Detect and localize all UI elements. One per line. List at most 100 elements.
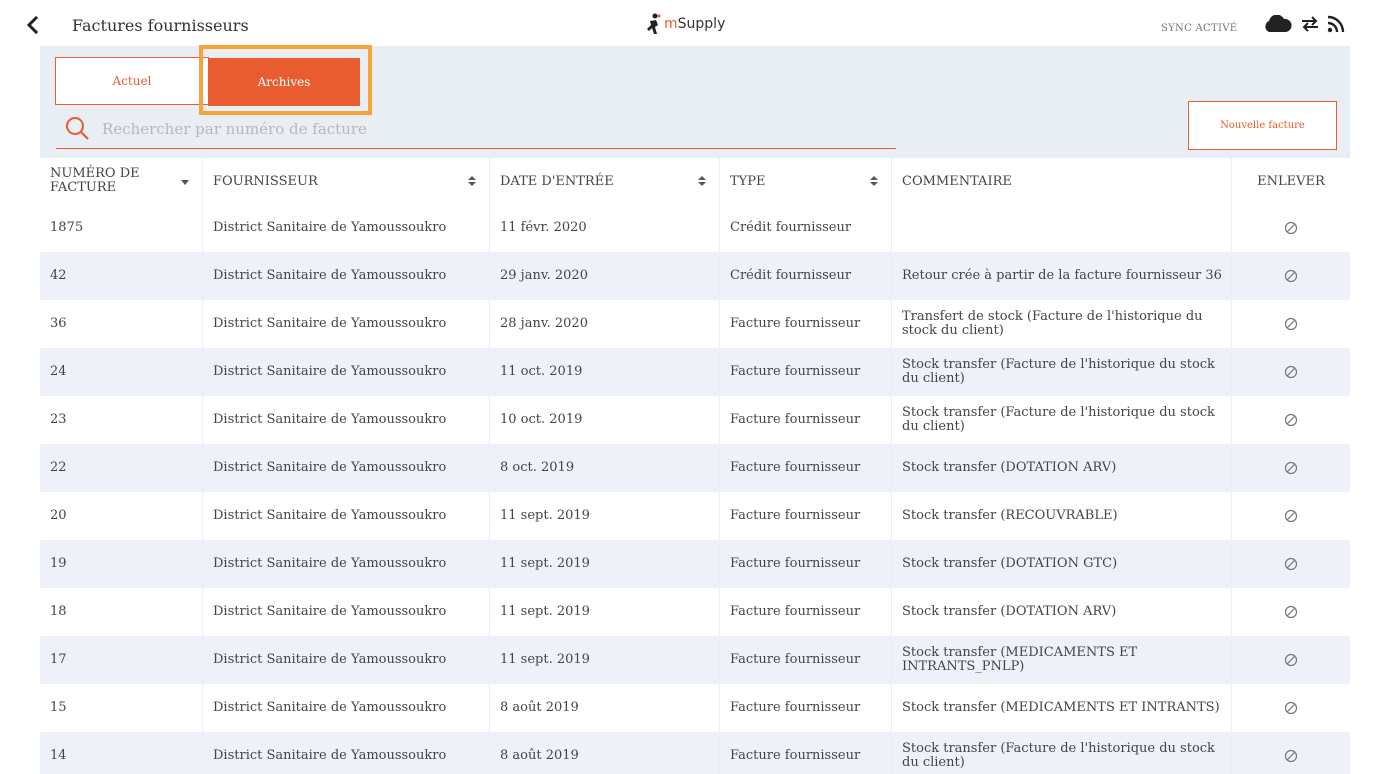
remove-disabled-icon[interactable] [1284,413,1298,427]
cell-invoice-number: 24 [40,348,203,396]
remove-disabled-icon[interactable] [1284,701,1298,715]
cell-type: Facture fournisseur [720,348,892,396]
cell-remove[interactable] [1232,636,1350,684]
cell-remove[interactable] [1232,444,1350,492]
cell-invoice-number: 22 [40,444,203,492]
cell-comment: Stock transfer (Facture de l'historique … [892,348,1232,396]
cell-invoice-number: 15 [40,684,203,732]
cell-remove[interactable] [1232,300,1350,348]
cell-type: Facture fournisseur [720,636,892,684]
column-header-entry-date[interactable]: DATE D'ENTRÉE [490,158,720,204]
cell-entry-date: 8 août 2019 [490,732,720,774]
page-title: Factures fournisseurs [72,16,249,35]
app-header: Factures fournisseurs mSupply SYNC ACTIV… [0,0,1373,46]
column-header-remove: ENLEVER [1257,173,1325,189]
table-row[interactable]: 23 District Sanitaire de Yamoussoukro 10 o… [40,396,1350,444]
cell-entry-date: 8 oct. 2019 [490,444,720,492]
cell-entry-date: 11 oct. 2019 [490,348,720,396]
cell-comment: Stock transfer (DOTATION GTC) [892,540,1232,588]
cell-type: Facture fournisseur [720,540,892,588]
table-row[interactable]: 14 District Sanitaire de Yamoussoukro 8 ao… [40,732,1350,774]
cell-invoice-number: 36 [40,300,203,348]
cell-comment: Stock transfer (MEDICAMENTS ET INTRANTS_… [892,636,1232,684]
cell-remove[interactable] [1232,348,1350,396]
cell-remove[interactable] [1232,732,1350,774]
table-row[interactable]: 42 District Sanitaire de Yamoussoukro 29 j… [40,252,1350,300]
cell-entry-date: 10 oct. 2019 [490,396,720,444]
cell-invoice-number: 1875 [40,204,203,252]
table-body: 1875 District Sanitaire de Yamoussoukro 11… [40,204,1350,774]
cell-supplier: District Sanitaire de Yamoussoukro [203,252,490,300]
new-invoice-button[interactable]: Nouvelle facture [1188,101,1337,150]
cell-entry-date: 11 sept. 2019 [490,636,720,684]
cell-remove[interactable] [1232,684,1350,732]
cell-remove[interactable] [1232,588,1350,636]
remove-disabled-icon[interactable] [1284,509,1298,523]
table-row[interactable]: 20 District Sanitaire de Yamoussoukro 11 s… [40,492,1350,540]
cell-supplier: District Sanitaire de Yamoussoukro [203,588,490,636]
remove-disabled-icon[interactable] [1284,221,1298,235]
table-header: NUMÉRO DE FACTURE FOURNISSEUR DATE D'ENT… [40,158,1350,204]
cell-remove[interactable] [1232,492,1350,540]
tab-archive[interactable]: Archives [208,58,360,106]
cell-invoice-number: 17 [40,636,203,684]
cell-comment: Retour crée à partir de la facture fourn… [892,252,1232,300]
cell-comment: Stock transfer (DOTATION ARV) [892,444,1232,492]
remove-disabled-icon[interactable] [1284,365,1298,379]
remove-disabled-icon[interactable] [1284,605,1298,619]
remove-disabled-icon[interactable] [1284,749,1298,763]
cell-remove[interactable] [1232,396,1350,444]
cell-invoice-number: 18 [40,588,203,636]
cell-remove[interactable] [1232,252,1350,300]
table-row[interactable]: 18 District Sanitaire de Yamoussoukro 11 s… [40,588,1350,636]
cell-comment: Stock transfer (RECOUVRABLE) [892,492,1232,540]
cell-comment: Stock transfer (Facture de l'historique … [892,732,1232,774]
cell-supplier: District Sanitaire de Yamoussoukro [203,348,490,396]
table-row[interactable]: 24 District Sanitaire de Yamoussoukro 11 o… [40,348,1350,396]
remove-disabled-icon[interactable] [1284,557,1298,571]
cell-supplier: District Sanitaire de Yamoussoukro [203,732,490,774]
invoice-table: NUMÉRO DE FACTURE FOURNISSEUR DATE D'ENT… [40,158,1350,774]
sort-icon [698,176,706,186]
back-button[interactable] [22,14,44,36]
cell-supplier: District Sanitaire de Yamoussoukro [203,396,490,444]
cell-invoice-number: 42 [40,252,203,300]
rss-feed-icon[interactable] [1326,14,1346,34]
table-row[interactable]: 15 District Sanitaire de Yamoussoukro 8 ao… [40,684,1350,732]
cloud-icon[interactable] [1262,15,1292,33]
cell-entry-date: 11 sept. 2019 [490,540,720,588]
search-input[interactable] [102,112,894,146]
table-row[interactable]: 22 District Sanitaire de Yamoussoukro 8 oc… [40,444,1350,492]
cell-remove[interactable] [1232,204,1350,252]
cell-remove[interactable] [1232,540,1350,588]
cell-invoice-number: 19 [40,540,203,588]
column-header-supplier[interactable]: FOURNISSEUR [203,158,490,204]
table-row[interactable]: 19 District Sanitaire de Yamoussoukro 11 s… [40,540,1350,588]
sync-status-label: SYNC ACTIVÉ [1161,23,1238,34]
cell-comment: Stock transfer (MEDICAMENTS ET INTRANTS) [892,684,1232,732]
tab-current[interactable]: Actuel [55,57,209,105]
cell-entry-date: 11 sept. 2019 [490,492,720,540]
cell-type: Facture fournisseur [720,396,892,444]
search-underline [56,148,896,149]
cell-comment: Stock transfer (Facture de l'historique … [892,396,1232,444]
remove-disabled-icon[interactable] [1284,317,1298,331]
cell-supplier: District Sanitaire de Yamoussoukro [203,444,490,492]
cell-comment [892,204,1232,252]
column-header-invoice-number[interactable]: NUMÉRO DE FACTURE [40,158,203,204]
cell-supplier: District Sanitaire de Yamoussoukro [203,300,490,348]
cell-type: Crédit fournisseur [720,204,892,252]
remove-disabled-icon[interactable] [1284,269,1298,283]
column-header-type[interactable]: TYPE [720,158,892,204]
remove-disabled-icon[interactable] [1284,653,1298,667]
cell-type: Facture fournisseur [720,444,892,492]
remove-disabled-icon[interactable] [1284,461,1298,475]
cell-invoice-number: 23 [40,396,203,444]
sync-arrows-icon[interactable] [1300,16,1320,32]
cell-type: Crédit fournisseur [720,252,892,300]
table-row[interactable]: 1875 District Sanitaire de Yamoussoukro 11… [40,204,1350,252]
cell-supplier: District Sanitaire de Yamoussoukro [203,204,490,252]
msupply-logo: mSupply [646,12,725,36]
table-row[interactable]: 36 District Sanitaire de Yamoussoukro 28 j… [40,300,1350,348]
table-row[interactable]: 17 District Sanitaire de Yamoussoukro 11 s… [40,636,1350,684]
